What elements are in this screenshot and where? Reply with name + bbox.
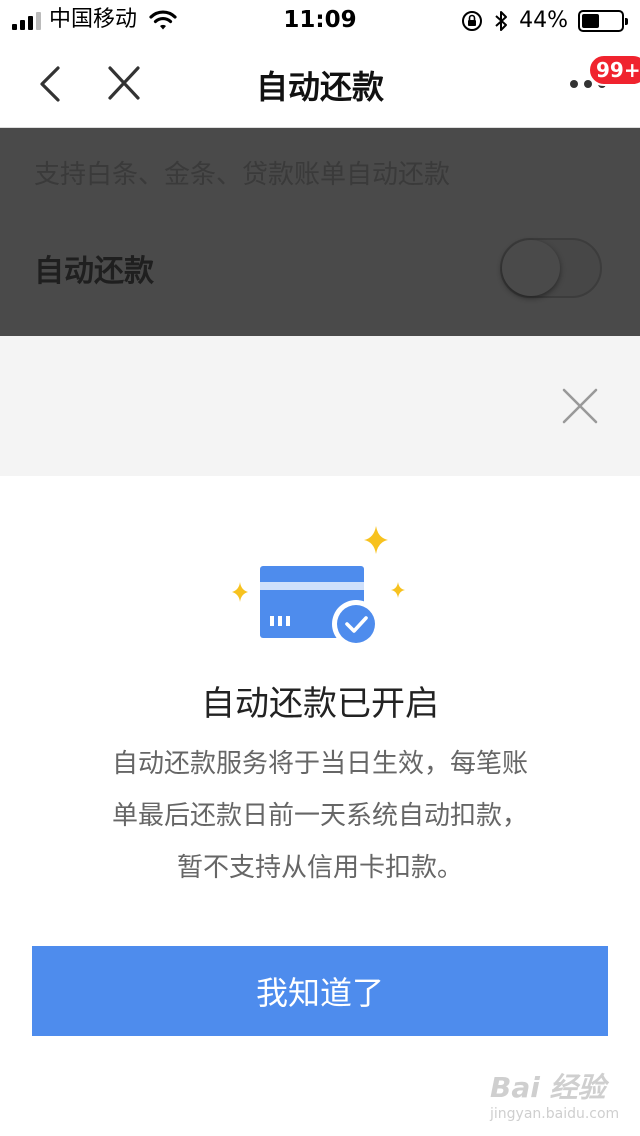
toggle-knob [502, 240, 560, 296]
auto-repay-label: 自动还款 [34, 254, 154, 289]
baidu-jingyan-watermark: Bai 经验 jingyan.baidu.com [490, 1066, 620, 1126]
nav-bar: 自动还款 99+ [0, 40, 640, 128]
page-overlay: 支持白条、金条、贷款账单自动还款 自动还款 [0, 128, 640, 338]
confirm-button[interactable]: 我知道了 [32, 946, 608, 1036]
orientation-lock-icon [462, 10, 483, 31]
status-bar: 中国移动 11:09 44% [0, 0, 640, 40]
watermark-logo: Bai 经验 [490, 1071, 606, 1104]
page-subtitle: 支持白条、金条、贷款账单自动还款 [34, 160, 451, 190]
dialog-close-icon[interactable] [556, 382, 604, 430]
dialog-title: 自动还款已开启 [201, 684, 439, 724]
watermark-url: jingyan.baidu.com [490, 1106, 620, 1122]
battery-icon [578, 9, 628, 32]
dialog-header [0, 336, 640, 476]
notification-badge: 99+ [588, 54, 640, 86]
auto-repay-toggle[interactable] [500, 238, 602, 298]
success-dialog: 自动还款已开启 自动还款服务将于当日生效，每笔账单最后还款日前一天系统自动扣款，… [0, 336, 640, 1136]
page-title: 自动还款 [255, 68, 384, 106]
status-right: 44% [461, 8, 628, 33]
dialog-message: 自动还款服务将于当日生效，每笔账单最后还款日前一天系统自动扣款，暂不支持从信用卡… [111, 749, 528, 883]
bluetooth-icon [495, 10, 508, 31]
card-success-icon [232, 526, 405, 648]
battery-percent: 44% [519, 8, 568, 33]
battery-fill [582, 13, 599, 28]
